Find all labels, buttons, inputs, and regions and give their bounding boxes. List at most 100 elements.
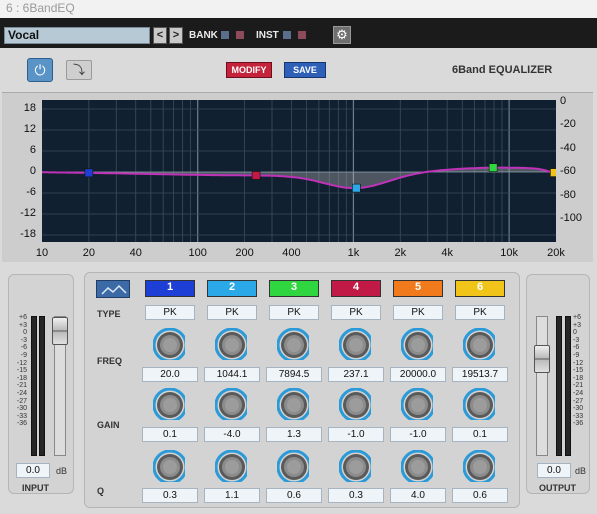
preset-selector[interactable]: Vocal	[4, 27, 150, 44]
y-right-tick-label: 0	[560, 95, 567, 107]
x-tick-label: 1k	[347, 247, 360, 259]
inst-indicator-2[interactable]	[298, 31, 306, 39]
inst-label: INST	[256, 30, 279, 41]
band-2-q-knob[interactable]	[215, 450, 247, 482]
input-meter-right	[39, 316, 45, 456]
output-scale-tick: +3	[573, 321, 581, 329]
band-4-gain-value[interactable]: -1.0	[328, 427, 384, 442]
band-2-freq-value[interactable]: 1044.1	[204, 367, 260, 382]
x-tick-label: 4k	[441, 247, 453, 259]
band-1-q-knob[interactable]	[153, 450, 185, 482]
band-6-point	[550, 168, 556, 177]
output-scale-tick: -30	[573, 405, 584, 413]
band-2-q-value[interactable]: 1.1	[204, 488, 260, 503]
band-5-freq-knob[interactable]	[401, 328, 433, 360]
bank-indicator-1[interactable]	[221, 31, 229, 39]
band-6-gain-value[interactable]: 0.1	[452, 427, 508, 442]
band-1-type[interactable]: PK	[145, 305, 195, 320]
band-2-freq-knob[interactable]	[215, 328, 247, 360]
input-scale-tick: -12	[16, 359, 27, 367]
output-fader-track[interactable]	[536, 316, 548, 456]
band-2-gain-value[interactable]: -4.0	[204, 427, 260, 442]
eq-graph[interactable]	[42, 100, 556, 242]
band-4-type[interactable]: PK	[331, 305, 381, 320]
band-3-type[interactable]: PK	[269, 305, 319, 320]
band-1-gain-value[interactable]: 0.1	[142, 427, 198, 442]
band-5-select-button[interactable]: 5	[393, 280, 443, 297]
band-6-type[interactable]: PK	[455, 305, 505, 320]
band-3-select-button[interactable]: 3	[269, 280, 319, 297]
window-title: 6 : 6BandEQ	[6, 1, 75, 15]
band-6-q-value[interactable]: 0.6	[452, 488, 508, 503]
band-3-q-knob[interactable]	[277, 450, 309, 482]
band-1-gain-knob[interactable]	[153, 388, 185, 420]
input-scale-tick: +3	[19, 321, 27, 329]
power-button[interactable]: ⏻	[27, 58, 53, 82]
band-1-freq-knob[interactable]	[153, 328, 185, 360]
band-5-gain-knob[interactable]	[401, 388, 433, 420]
input-scale-tick: -24	[16, 389, 27, 397]
input-scale-tick: -30	[16, 405, 27, 413]
band-2-gain-knob[interactable]	[215, 388, 247, 420]
x-tick-label: 200	[235, 247, 254, 259]
band-6-select-button[interactable]: 6	[455, 280, 505, 297]
band-6-gain-knob[interactable]	[463, 388, 495, 420]
x-tick-label: 10	[35, 247, 49, 259]
q-row-label: Q	[97, 486, 105, 496]
output-fader-knob[interactable]	[534, 345, 550, 373]
y-right-tick-label: -100	[560, 212, 583, 224]
band-2-type[interactable]: PK	[207, 305, 257, 320]
input-scale-tick: -9	[20, 351, 27, 359]
band-5-q-value[interactable]: 4.0	[390, 488, 446, 503]
band-3-gain-value[interactable]: 1.3	[266, 427, 322, 442]
band-5-q-knob[interactable]	[401, 450, 433, 482]
band-5-freq-value[interactable]: 20000.0	[390, 367, 446, 382]
y-left-tick-label: 0	[29, 165, 36, 177]
save-button[interactable]: SAVE	[284, 62, 326, 78]
band-3-q-value[interactable]: 0.6	[266, 488, 322, 503]
band-6-freq-knob[interactable]	[463, 328, 495, 360]
band-4-gain-knob[interactable]	[339, 388, 371, 420]
band-4-freq-value[interactable]: 237.1	[328, 367, 384, 382]
band-1-freq-value[interactable]: 20.0	[142, 367, 198, 382]
band-4-freq-knob[interactable]	[339, 328, 371, 360]
input-fader-knob[interactable]	[52, 317, 68, 345]
y-left-tick-label: -6	[26, 186, 36, 198]
x-tick-label: 20	[82, 247, 95, 259]
band-3-freq-value[interactable]: 7894.5	[266, 367, 322, 382]
band-1-q-value[interactable]: 0.3	[142, 488, 198, 503]
band-4-q-value[interactable]: 0.3	[328, 488, 384, 503]
band-1-select-button[interactable]: 1	[145, 280, 195, 297]
band-5-type[interactable]: PK	[393, 305, 443, 320]
input-scale-tick: -36	[16, 420, 27, 428]
settings-button[interactable]: ⚙	[333, 26, 351, 44]
gain-row-label: GAIN	[97, 420, 120, 430]
modify-button[interactable]: MODIFY	[226, 62, 272, 78]
next-preset-button[interactable]: >	[169, 27, 183, 44]
inst-indicator-1[interactable]	[283, 31, 291, 39]
band-2-point	[352, 183, 361, 193]
band-6-q-knob[interactable]	[463, 450, 495, 482]
output-scale: +6 +3 0 -3 -6 -9 -12 -15 -18 -21 -24 -27 -30 -33 -36	[573, 314, 591, 428]
x-tick-label: 20k	[547, 247, 565, 259]
band-2-select-button[interactable]: 2	[207, 280, 257, 297]
input-meter-left	[31, 316, 37, 456]
output-meter-right	[565, 316, 571, 456]
output-value[interactable]: 0.0	[537, 463, 571, 478]
output-meter-left	[556, 316, 562, 456]
band-4-select-button[interactable]: 4	[331, 280, 381, 297]
link-icon: ⤵	[72, 63, 85, 77]
type-row-label: TYPE	[97, 309, 121, 319]
band-5-gain-value[interactable]: -1.0	[390, 427, 446, 442]
curve-view-button[interactable]	[96, 280, 130, 298]
band-3-gain-knob[interactable]	[277, 388, 309, 420]
band-6-freq-value[interactable]: 19513.7	[452, 367, 508, 382]
link-button[interactable]: ⤵	[66, 60, 92, 80]
y-left-tick-label: 12	[23, 123, 36, 135]
prev-preset-button[interactable]: <	[153, 27, 167, 44]
band-4-q-knob[interactable]	[339, 450, 371, 482]
input-value[interactable]: 0.0	[16, 463, 50, 478]
band-3-freq-knob[interactable]	[277, 328, 309, 360]
bank-indicator-2[interactable]	[236, 31, 244, 39]
y-right-tick-label: -60	[560, 165, 576, 178]
